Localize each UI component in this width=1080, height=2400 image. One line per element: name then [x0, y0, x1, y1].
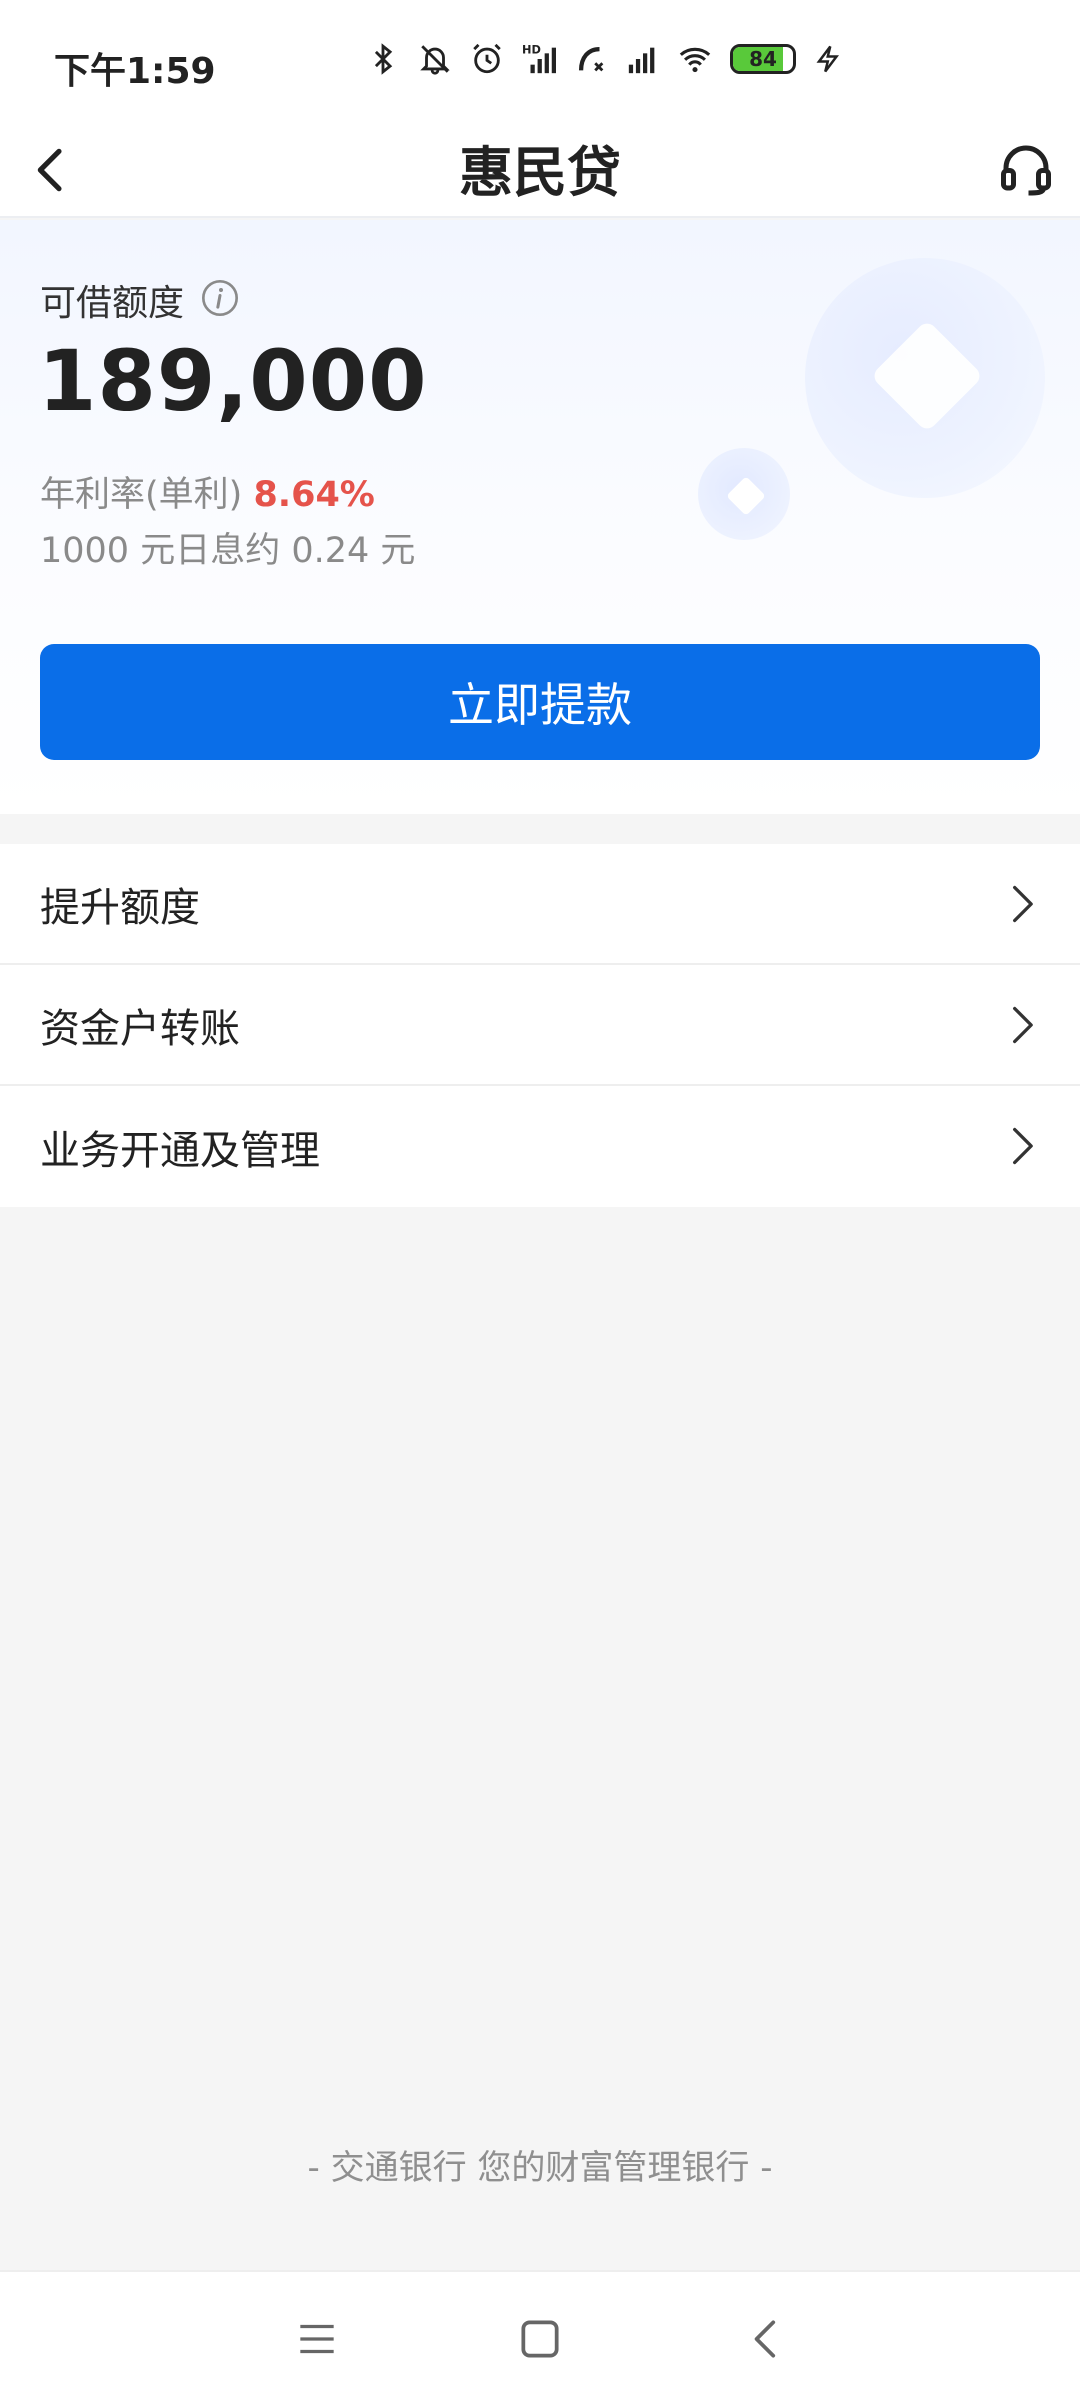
battery-level: 84 [749, 47, 777, 71]
status-icons: HD 84 [366, 42, 844, 76]
decorative-diamond [726, 476, 766, 516]
hd-signal-icon: HD [522, 42, 556, 74]
bluetooth-icon [374, 43, 393, 75]
menu-item-raise-limit[interactable]: 提升额度 [0, 844, 1080, 965]
chevron-right-icon [1013, 1006, 1033, 1044]
signal-icon [628, 47, 655, 74]
decorative-coin-small [698, 448, 790, 540]
battery-icon: 84 [730, 44, 796, 74]
nav-bar: 惠民贷 [0, 118, 1080, 218]
available-limit-label: 可借额度 [40, 283, 185, 324]
bank-slogan: - 交通银行 您的财富管理银行 - [307, 2148, 773, 2188]
screen: 下午1:59 HD 84 惠民贷 可借额度 189,000 年利率(单利) 8.… [0, 0, 1080, 2400]
back-icon[interactable] [742, 2314, 792, 2364]
call-icon [578, 46, 604, 72]
annual-rate-label: 年利率(单利) [40, 475, 243, 515]
available-limit-amount: 189,000 [38, 332, 428, 430]
menu-item-service-management[interactable]: 业务开通及管理 [0, 1086, 1080, 1207]
menu-icon[interactable] [292, 2314, 342, 2364]
annual-rate-value: 8.64% [253, 475, 375, 515]
daily-interest-text: 1000 元日息约 0.24 元 [40, 531, 416, 571]
chevron-right-icon [1013, 885, 1033, 923]
withdraw-now-button[interactable]: 立即提款 [40, 644, 1040, 760]
credit-summary-card: 可借额度 189,000 年利率(单利) 8.64% 1000 元日息约 0.2… [0, 220, 1080, 814]
charging-icon [816, 45, 839, 73]
info-icon[interactable] [200, 278, 240, 318]
headset-icon[interactable] [996, 138, 1056, 198]
menu-item-fund-transfer[interactable]: 资金户转账 [0, 965, 1080, 1086]
menu-list: 提升额度 资金户转账 业务开通及管理 [0, 844, 1080, 1207]
status-bar: 下午1:59 HD 84 [0, 0, 1080, 118]
svg-text:HD: HD [522, 42, 541, 56]
home-icon[interactable] [515, 2314, 565, 2364]
decorative-coin-large [805, 258, 1045, 498]
alarm-icon [473, 43, 501, 74]
menu-item-label: 提升额度 [40, 884, 200, 931]
page-title: 惠民贷 [459, 141, 621, 204]
menu-item-label: 业务开通及管理 [40, 1127, 320, 1174]
system-nav-bar [0, 2270, 1080, 2400]
bell-mute-icon [420, 45, 450, 75]
annual-rate-line: 年利率(单利) 8.64% [40, 466, 375, 517]
status-time: 下午1:59 [54, 51, 216, 92]
menu-item-label: 资金户转账 [40, 1005, 240, 1052]
chevron-right-icon [1013, 1127, 1033, 1165]
wifi-icon [679, 47, 711, 73]
decorative-diamond [870, 319, 984, 433]
